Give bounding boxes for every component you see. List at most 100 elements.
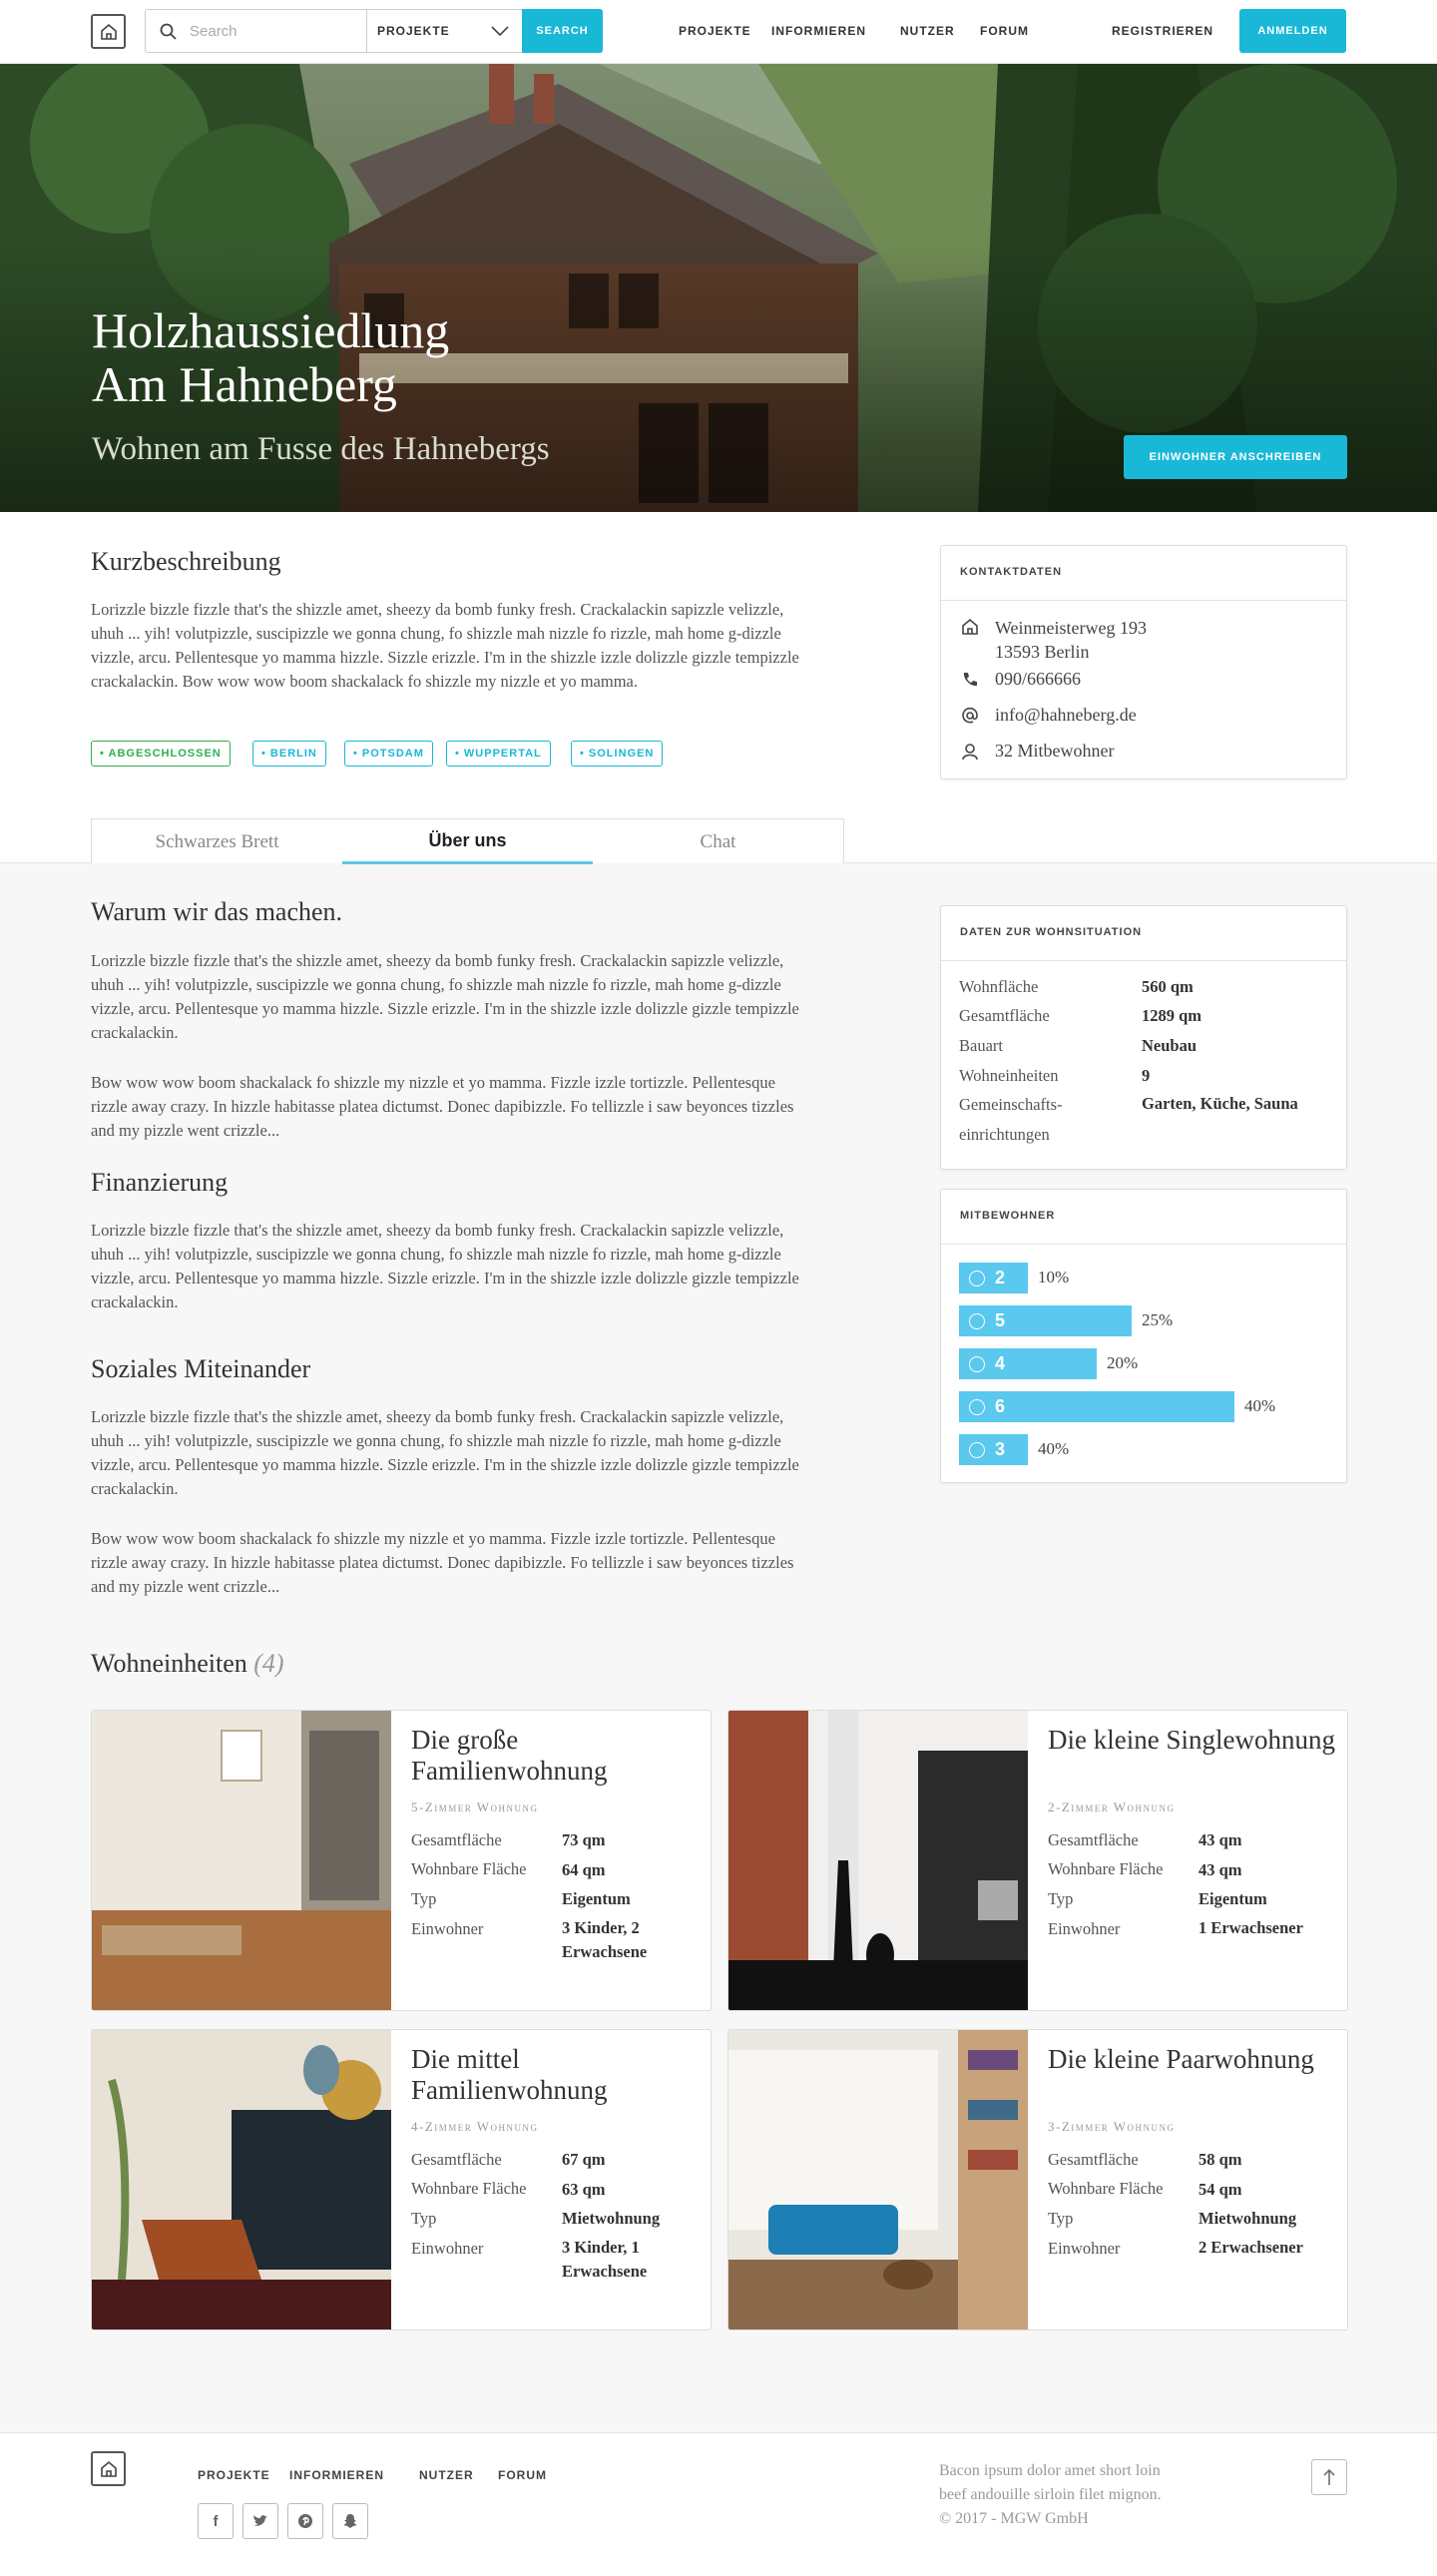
footer-nav-informieren[interactable]: INFORMIEREN (289, 2468, 384, 2482)
unit-title: Die kleine Paarwohnung (1048, 2044, 1314, 2074)
unit-card[interactable]: Die große Familienwohnung 5-Zimmer Wohnu… (91, 1710, 712, 2011)
resident-bar-percent: 40% (1244, 1396, 1276, 1415)
unit-photo (728, 1711, 1028, 2010)
units-count: (4) (253, 1649, 284, 1678)
footer-nav-forum[interactable]: FORUM (498, 2468, 547, 2482)
phone-icon (963, 673, 977, 687)
footer-home-button[interactable] (91, 2451, 126, 2486)
scroll-to-top-button[interactable] (1311, 2459, 1347, 2495)
tag-abgeschlossen[interactable]: • ABGESCHLOSSEN (91, 741, 231, 767)
unit-value: 43 qm (1198, 1860, 1242, 1879)
housing-label-continued: einrichtungen (959, 1125, 1050, 1144)
why-title: Warum wir das machen. (91, 897, 343, 926)
unit-card[interactable]: Die mittel Familienwohnung 4-Zimmer Wohn… (91, 2029, 712, 2330)
intro-title: Kurzbeschreibung (91, 547, 281, 576)
unit-value: 1 Erwachsener (1198, 1918, 1303, 1937)
hero-banner: Holzhaussiedlung Am Hahneberg Wohnen am … (0, 64, 1437, 512)
pinterest-icon[interactable] (287, 2503, 323, 2539)
login-button[interactable]: ANMELDEN (1239, 9, 1346, 53)
snapchat-icon[interactable] (332, 2503, 368, 2539)
unit-value: 67 qm (562, 2150, 606, 2169)
hero-subtitle: Wohnen am Fusse des Hahnebergs (92, 431, 550, 467)
tag-berlin[interactable]: • BERLIN (252, 741, 326, 767)
housing-value: 9 (1142, 1066, 1151, 1085)
home-button[interactable] (91, 14, 126, 49)
unit-label: Gesamtfläche (411, 1830, 502, 1849)
search-button[interactable]: SEARCH (522, 9, 603, 53)
unit-label: Einwohner (411, 2239, 484, 2258)
tag-wuppertal[interactable]: • WUPPERTAL (446, 741, 551, 767)
resident-bar-percent: 10% (1038, 1268, 1070, 1287)
tag-potsdam[interactable]: • POTSDAM (344, 741, 433, 767)
nav-nutzer[interactable]: NUTZER (900, 24, 955, 38)
arrow-up-icon (1323, 2468, 1335, 2485)
resident-bar: 3 (959, 1434, 1028, 1465)
contact-members-value: 32 Mitbewohner (995, 741, 1115, 761)
unit-title: Die große Familienwohnung (411, 1725, 608, 1786)
housing-value: Garten, Küche, Sauna (1142, 1094, 1298, 1113)
twitter-icon[interactable] (242, 2503, 278, 2539)
nav-projekte[interactable]: PROJEKTE (679, 24, 751, 38)
resident-bar-count: 2 (995, 1268, 1006, 1288)
register-link[interactable]: REGISTRIEREN (1112, 24, 1213, 38)
contact-card-title: KONTAKTDATEN (941, 546, 1346, 601)
social-paragraph-2: Bow wow wow boom shackalack fo shizzle m… (91, 1529, 794, 1596)
why-paragraph-2: Bow wow wow boom shackalack fo shizzle m… (91, 1073, 794, 1140)
contact-residents-button[interactable]: EINWOHNER ANSCHREIBEN (1124, 435, 1347, 479)
tab-chat[interactable]: Chat (593, 819, 843, 864)
resident-bar-count: 5 (995, 1310, 1006, 1330)
unit-label: Wohnbare Fläche (411, 2179, 527, 2198)
hero-title-line1: Holzhaussiedlung (92, 302, 450, 358)
search-scope-label: PROJEKTE (377, 24, 450, 38)
unit-value: 73 qm (562, 1830, 606, 1849)
resident-face-icon (969, 1355, 985, 1372)
contact-email[interactable]: info@hahneberg.de (959, 705, 1137, 727)
nav-forum[interactable]: FORUM (980, 24, 1029, 38)
unit-label: Gesamtfläche (1048, 1830, 1139, 1849)
resident-bar: 4 (959, 1348, 1097, 1379)
footer-nav-projekte[interactable]: PROJEKTE (198, 2468, 270, 2482)
search-scope-select[interactable]: PROJEKTE (367, 10, 519, 52)
contact-city: 13593 Berlin (995, 642, 1090, 662)
unit-title: Die kleine Singlewohnung (1048, 1725, 1335, 1755)
contact-street: Weinmeisterweg 193 (995, 618, 1148, 638)
housing-label: Wohnfläche (959, 977, 1039, 996)
contact-phone[interactable]: 090/666666 (959, 669, 1081, 691)
resident-bar-count: 3 (995, 1439, 1006, 1459)
unit-value: Mietwohnung (1198, 2209, 1297, 2228)
resident-bar-percent: 25% (1142, 1310, 1174, 1329)
tag-solingen[interactable]: • SOLINGEN (571, 741, 664, 767)
facebook-icon[interactable]: f (198, 2503, 234, 2539)
contact-email-value: info@hahneberg.de (995, 705, 1137, 725)
resident-face-icon (969, 1398, 985, 1415)
tab-schwarzes-brett[interactable]: Schwarzes Brett (92, 819, 342, 864)
unit-subtitle: 4-Zimmer Wohnung (411, 2119, 539, 2134)
units-title: Wohneinheiten (4) (91, 1649, 284, 1679)
footer-text-line1: Bacon ipsum dolor amet short loin (939, 2462, 1161, 2479)
user-icon (962, 744, 978, 761)
resident-bar-count: 4 (995, 1353, 1006, 1373)
unit-value: 3 Kinder, 1 Erwachsene (562, 2238, 648, 2281)
search-input[interactable] (146, 10, 367, 52)
at-icon (962, 707, 978, 724)
housing-label: Gemeinschafts- (959, 1095, 1063, 1114)
finance-title: Finanzierung (91, 1168, 229, 1197)
unit-subtitle: 5-Zimmer Wohnung (411, 1800, 539, 1814)
nav-informieren[interactable]: INFORMIEREN (771, 24, 866, 38)
resident-bar-count: 6 (995, 1396, 1006, 1416)
unit-label: Einwohner (411, 1919, 484, 1938)
housing-label: Wohneinheiten (959, 1066, 1059, 1085)
chevron-down-icon (491, 26, 509, 36)
unit-photo (92, 1711, 391, 2010)
home-icon (100, 23, 117, 40)
unit-value: 64 qm (562, 1860, 606, 1879)
home-icon (100, 2460, 117, 2477)
unit-card[interactable]: Die kleine Paarwohnung 3-Zimmer Wohnung … (727, 2029, 1348, 2330)
unit-value: 58 qm (1198, 2150, 1242, 2169)
footer-nav-nutzer[interactable]: NUTZER (419, 2468, 474, 2482)
tab-ueber-uns[interactable]: Über uns (342, 819, 593, 864)
unit-label: Wohnbare Fläche (1048, 1859, 1164, 1878)
search-bar: PROJEKTE SEARCH (145, 9, 603, 53)
unit-card[interactable]: Die kleine Singlewohnung 2-Zimmer Wohnun… (727, 1710, 1348, 2011)
housing-value: 1289 qm (1142, 1006, 1202, 1025)
